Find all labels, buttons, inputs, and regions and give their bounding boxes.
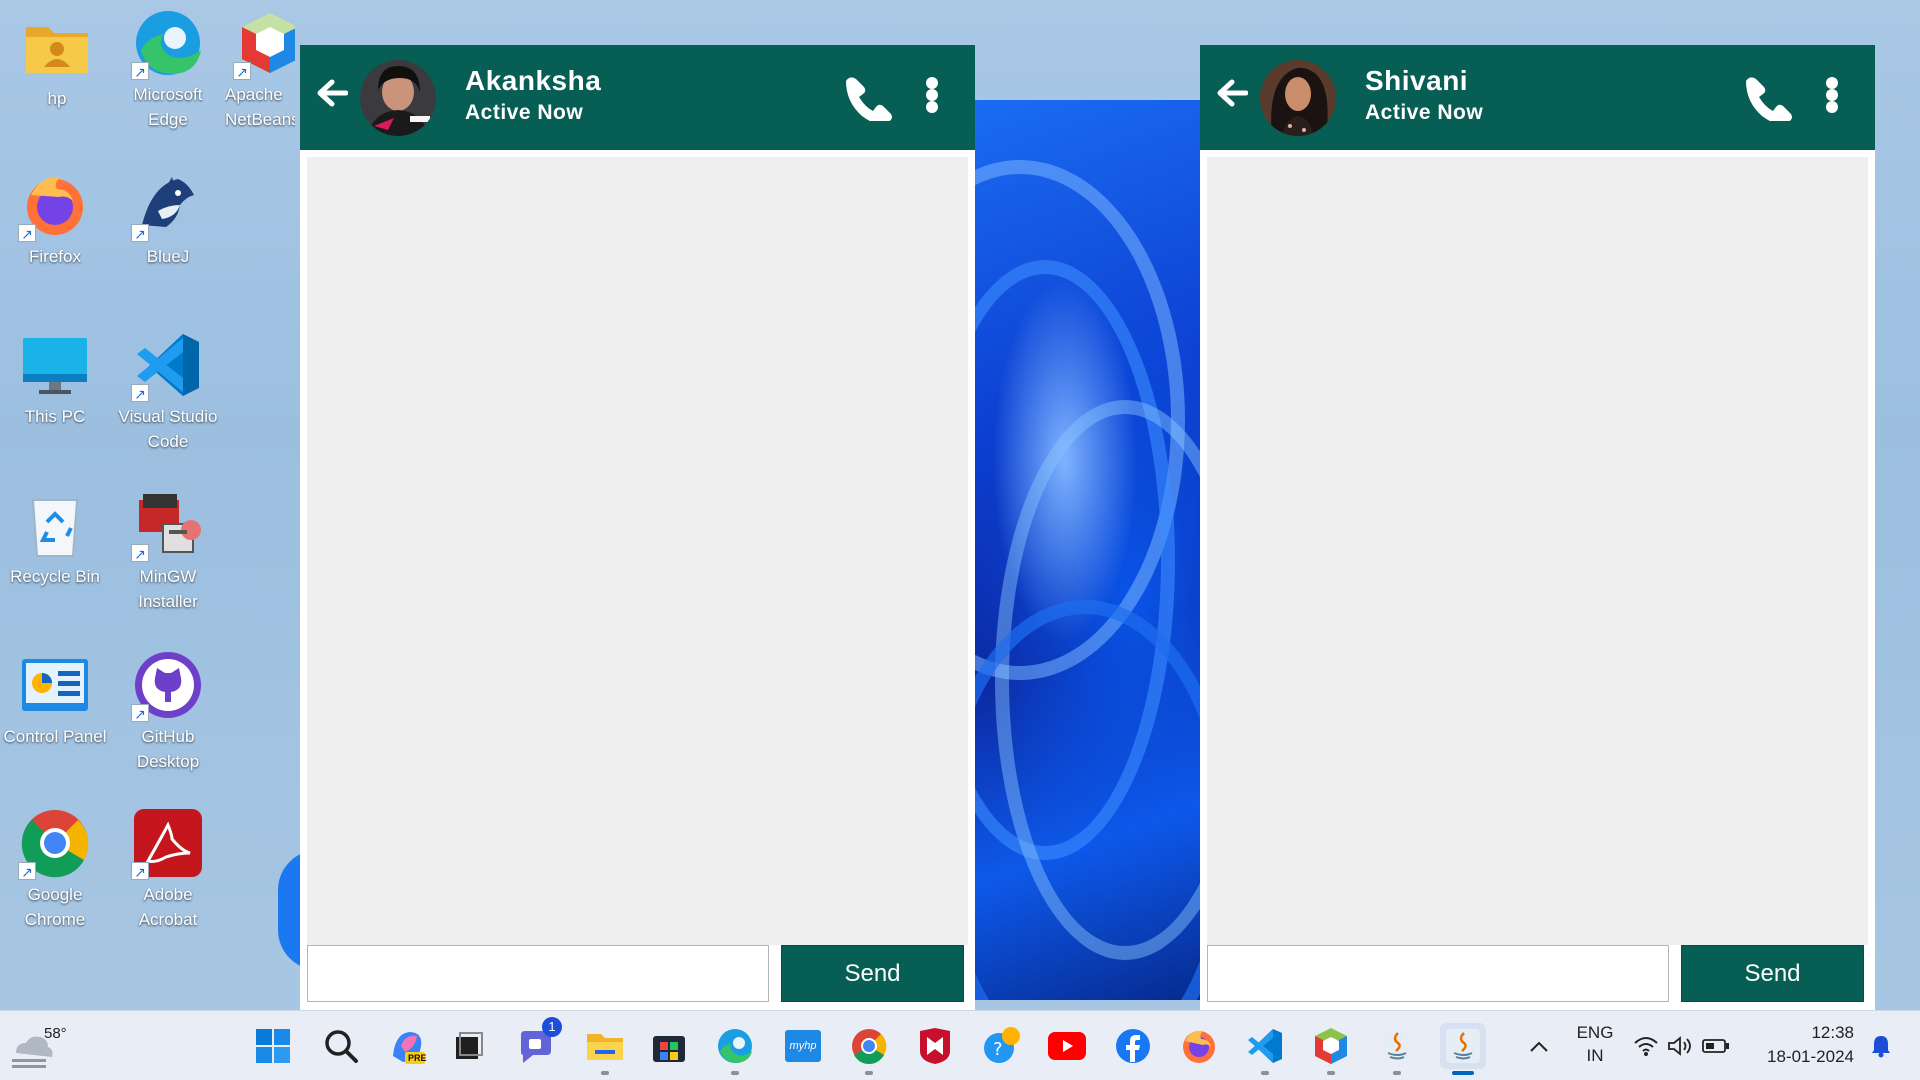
shortcut-arrow-icon: ↗ (18, 224, 36, 242)
search-icon[interactable] (318, 1023, 364, 1069)
chrome-icon[interactable] (846, 1023, 892, 1075)
recycle-bin-icon (31, 499, 79, 557)
back-arrow-icon[interactable] (312, 73, 352, 113)
edge-icon[interactable] (712, 1023, 758, 1075)
message-input[interactable] (1207, 945, 1669, 1002)
desktop-icon-label: Firefox (29, 247, 81, 266)
contact-name: Shivani (1365, 65, 1469, 96)
shortcut-arrow-icon: ↗ (131, 62, 149, 80)
shortcut-arrow-icon: ↗ (131, 862, 149, 880)
desktop-icon-label: hp (47, 89, 67, 108)
desktop-icon-vscode[interactable]: ↗ Visual Studio Code (113, 330, 223, 454)
message-area[interactable] (1207, 157, 1868, 945)
desktop-icon-label: Visual Studio Code (118, 407, 218, 451)
avatar[interactable] (1260, 60, 1336, 136)
java-active-icon[interactable] (1440, 1023, 1486, 1075)
avatar[interactable] (360, 60, 436, 136)
desktop-icon-recycle-bin[interactable]: Recycle Bin (0, 490, 110, 589)
battery-icon[interactable] (1700, 1023, 1732, 1069)
vscode-icon[interactable] (1242, 1023, 1288, 1075)
desktop-icon-label: Apache NetBeans (225, 85, 295, 129)
chevron-up-icon[interactable] (1516, 1023, 1562, 1069)
taskbar: 58° PRE 1 myhp ? ENG IN 12:38 18-01-2024 (0, 1010, 1920, 1080)
teams-badge: 1 (542, 1017, 562, 1037)
chat-header: Akanksha Active Now (300, 45, 975, 150)
desktop-icon-label: MinGW Installer (138, 567, 198, 611)
shortcut-arrow-icon: ↗ (131, 704, 149, 722)
copilot-badge: PRE (408, 1053, 427, 1063)
mcafee-icon[interactable] (912, 1023, 958, 1069)
svg-text:?: ? (993, 1039, 1003, 1060)
wallpaper-bloom (975, 100, 1200, 1000)
desktop-icon-control-panel[interactable]: Control Panel (0, 650, 110, 749)
phone-call-icon[interactable] (1740, 73, 1796, 124)
desktop-icon-this-pc[interactable]: This PC (0, 330, 110, 429)
more-options-icon[interactable] (922, 73, 942, 117)
desktop-icon-label: Microsoft Edge (133, 85, 203, 129)
shortcut-arrow-icon: ↗ (131, 384, 149, 402)
get-help-icon[interactable]: ? (978, 1023, 1024, 1069)
desktop-icon-edge[interactable]: ↗ Microsoft Edge (113, 8, 223, 132)
java-icon[interactable] (1374, 1023, 1420, 1075)
myhp-icon[interactable]: myhp (780, 1023, 826, 1069)
desktop-icon-mingw[interactable]: ↗ MinGW Installer (113, 490, 223, 614)
send-button[interactable]: Send (781, 945, 964, 1002)
youtube-icon[interactable] (1044, 1023, 1090, 1069)
clock-date: 18-01-2024 (1767, 1047, 1854, 1066)
shortcut-arrow-icon: ↗ (233, 62, 251, 80)
desktop-icon-bluej[interactable]: ↗ BlueJ (113, 170, 223, 269)
folder-user-icon (26, 27, 88, 73)
language-indicator[interactable]: ENG IN (1570, 1023, 1620, 1069)
desktop-icon-label: Control Panel (3, 727, 107, 746)
windows-start-icon[interactable] (250, 1023, 296, 1069)
desktop-icon-label: Google Chrome (24, 885, 86, 929)
desktop-icon-label: GitHub Desktop (136, 727, 200, 771)
language-label: ENG (1576, 1023, 1614, 1042)
send-button[interactable]: Send (1681, 945, 1864, 1002)
monitor-icon (23, 338, 87, 394)
file-explorer-icon[interactable] (582, 1023, 628, 1075)
netbeans-icon[interactable] (1308, 1023, 1354, 1075)
desktop-icon-chrome[interactable]: ↗ Google Chrome (0, 808, 110, 932)
weather-widget[interactable]: 58° (10, 1021, 80, 1071)
firefox-icon[interactable] (1176, 1023, 1222, 1069)
desktop-icon-netbeans[interactable]: ↗ Apache NetBeans (225, 8, 295, 132)
shortcut-arrow-icon: ↗ (18, 862, 36, 880)
desktop-icon-label: Adobe Acrobat (138, 885, 198, 929)
clock-time: 12:38 (1811, 1023, 1854, 1042)
weather-temp: 58° (44, 1025, 67, 1042)
chat-header: Shivani Active Now (1200, 45, 1875, 150)
desktop-icon-label: This PC (24, 407, 86, 426)
copilot-pre-icon[interactable]: PRE (384, 1023, 430, 1069)
microsoft-store-icon[interactable] (646, 1023, 692, 1069)
desktop-icon-hp[interactable]: hp (2, 12, 112, 111)
desktop-icon-github[interactable]: ↗ GitHub Desktop (113, 650, 223, 774)
back-arrow-icon[interactable] (1212, 73, 1252, 113)
contact-status: Active Now (1365, 101, 1484, 124)
message-input[interactable] (307, 945, 769, 1002)
control-panel-icon (22, 659, 88, 711)
shortcut-arrow-icon: ↗ (131, 224, 149, 242)
clock[interactable]: 12:38 18-01-2024 (1750, 1021, 1860, 1071)
contact-name: Akanksha (465, 65, 602, 96)
desktop-icon-label: BlueJ (146, 247, 190, 266)
phone-call-icon[interactable] (840, 73, 896, 124)
more-options-icon[interactable] (1822, 73, 1842, 117)
myhp-label: myhp (785, 1030, 821, 1062)
task-view-icon[interactable] (446, 1023, 492, 1069)
desktop-icon-label: Recycle Bin (10, 567, 100, 586)
desktop-icon-firefox[interactable]: ↗ Firefox (0, 170, 110, 269)
chat-window-shivani: Shivani Active Now Send (1200, 45, 1875, 1010)
volume-icon[interactable] (1664, 1023, 1696, 1069)
teams-chat-icon[interactable]: 1 (514, 1017, 562, 1069)
wifi-icon[interactable] (1630, 1023, 1662, 1069)
region-label: IN (1586, 1046, 1604, 1065)
contact-status: Active Now (465, 101, 584, 124)
notification-bell-icon[interactable] (1866, 1023, 1896, 1069)
message-area[interactable] (307, 157, 968, 945)
desktop-icon-acrobat[interactable]: ↗ Adobe Acrobat (113, 808, 223, 932)
shortcut-arrow-icon: ↗ (131, 544, 149, 562)
facebook-icon[interactable] (1110, 1023, 1156, 1069)
chat-window-akanksha: Akanksha Active Now Send (300, 45, 975, 1010)
